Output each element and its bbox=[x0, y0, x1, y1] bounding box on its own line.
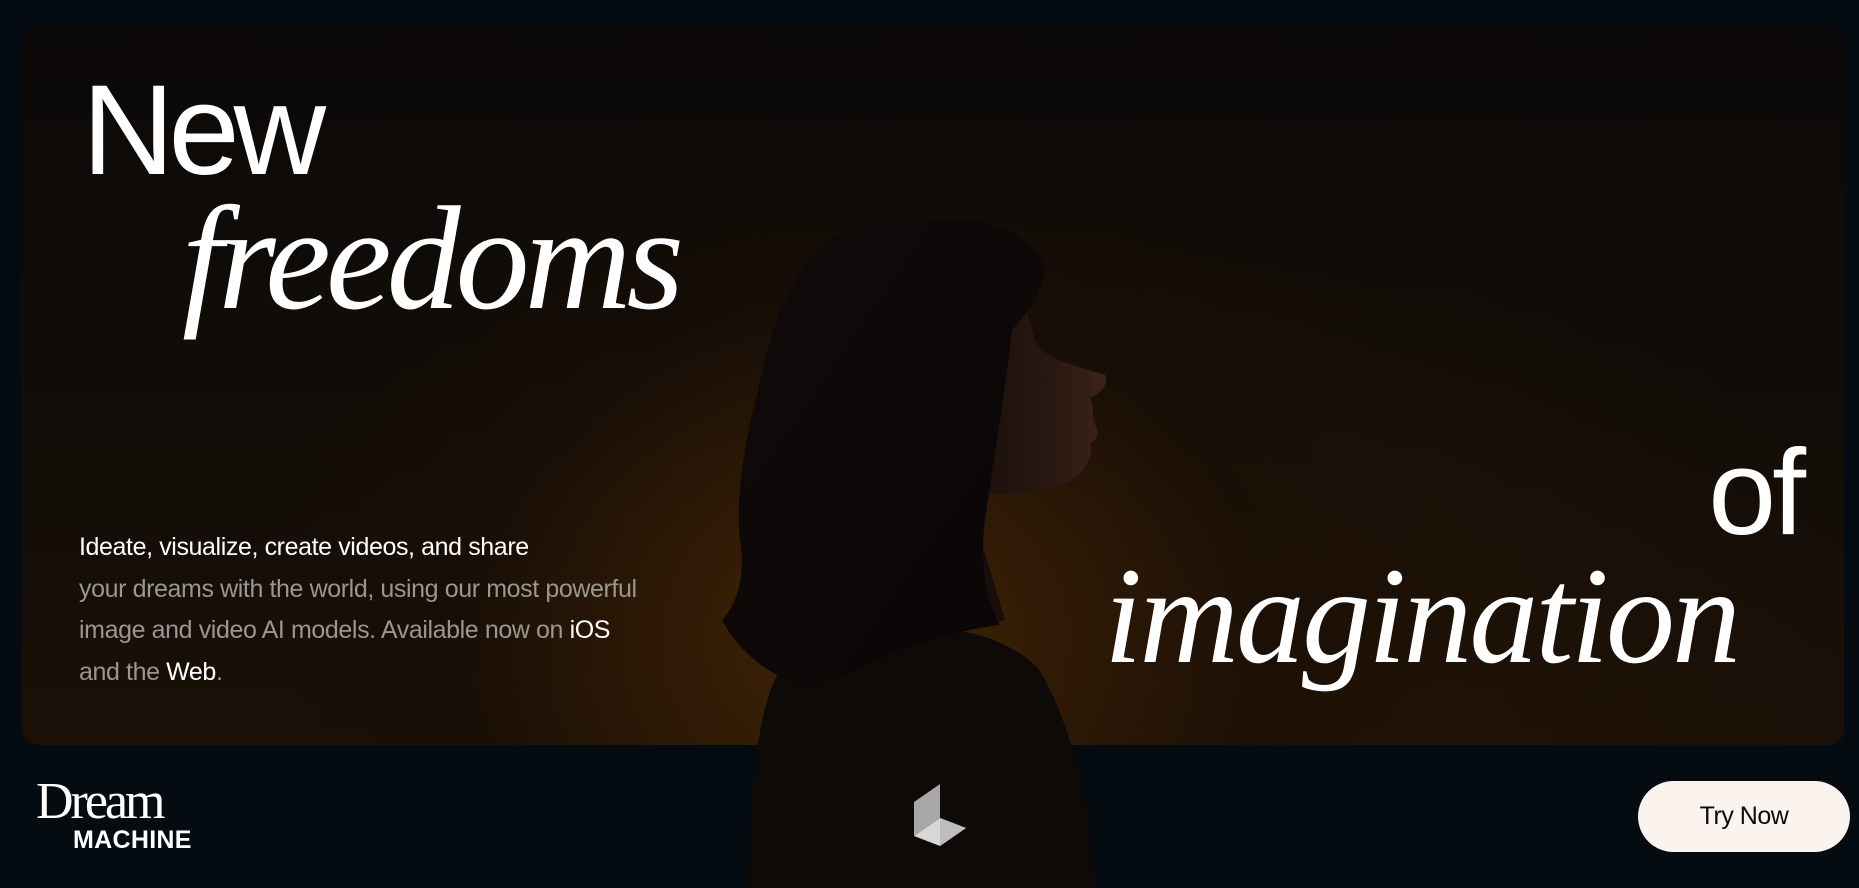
description-period: . bbox=[215, 657, 223, 686]
headline-word-freedoms: freedoms bbox=[182, 177, 684, 341]
description-body: your dreams with the world, using our mo… bbox=[79, 574, 637, 645]
headline-word-new: New bbox=[82, 59, 326, 202]
page: New freedoms of imagination Ideate, visu… bbox=[0, 0, 1859, 888]
headline-word-imagination: imagination bbox=[1103, 539, 1741, 692]
web-link[interactable]: Web bbox=[166, 658, 216, 686]
dream-machine-logo[interactable]: Dream MACHINE bbox=[36, 776, 192, 853]
description-connector: and the bbox=[79, 657, 167, 686]
luma-logo-icon bbox=[914, 784, 966, 846]
description-lead: Ideate, visualize, create videos, and sh… bbox=[79, 533, 529, 561]
hero-description: Ideate, visualize, create videos, and sh… bbox=[79, 527, 639, 693]
ios-link[interactable]: iOS bbox=[570, 616, 611, 644]
headline-word-of: of bbox=[1708, 424, 1806, 560]
try-now-button[interactable]: Try Now bbox=[1638, 781, 1850, 852]
hero-banner: New freedoms of imagination Ideate, visu… bbox=[22, 27, 1844, 745]
logo-word-machine: MACHINE bbox=[73, 826, 192, 854]
logo-word-dream: Dream bbox=[36, 773, 165, 830]
